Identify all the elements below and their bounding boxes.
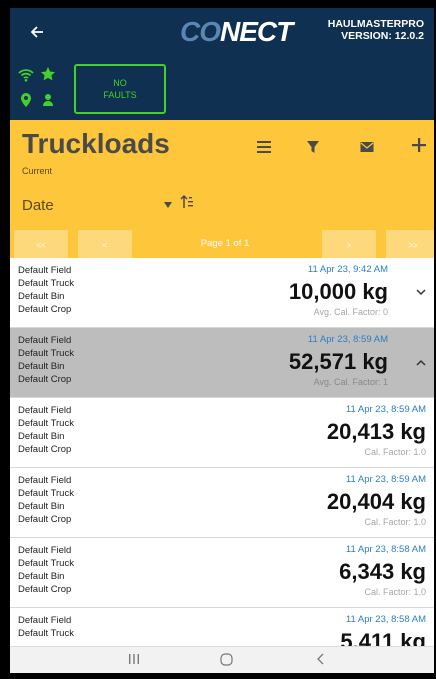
sort-field-select[interactable]: Date (22, 193, 172, 219)
truck-name: Default Truck (18, 348, 74, 359)
field-name: Default Field (18, 475, 72, 486)
load-date: 11 Apr 23, 8:59 AM (307, 334, 388, 345)
plus-icon[interactable] (412, 138, 426, 157)
truckload-row[interactable]: Default Field Default Truck Default Bin … (10, 538, 434, 608)
mail-icon[interactable] (360, 140, 374, 158)
version-number: VERSION: 12.0.2 (341, 30, 424, 42)
page-indicator: Page 1 of 1 (200, 238, 250, 249)
row-fields: Default Field Default Truck Default Bin … (18, 334, 74, 386)
next-page-button[interactable]: > (322, 230, 376, 260)
status-icons (18, 67, 68, 112)
sort-field-value: Date (22, 197, 54, 214)
logo-nect: NECT (220, 16, 293, 47)
crop-name: Default Crop (18, 444, 72, 455)
app-name: HAULMASTERPRO (327, 18, 424, 30)
device-frame: CONECT HAULMASTERPRO VERSION: 12.0.2 NO … (0, 0, 436, 679)
field-name: Default Field (18, 265, 72, 276)
app-screen: CONECT HAULMASTERPRO VERSION: 12.0.2 NO … (10, 8, 434, 673)
truckload-list: Default Field Default Truck Default Bin … (10, 258, 434, 673)
recents-icon[interactable] (128, 653, 140, 668)
crop-name: Default Crop (18, 584, 72, 595)
truck-name: Default Truck (18, 418, 74, 429)
truckload-row[interactable]: Default Field Default Truck Default Bin … (10, 258, 434, 328)
row-fields: Default Field Default Truck (18, 614, 74, 640)
truckloads-header: Truckloads Current Date << < Page 1 of 1… (10, 120, 434, 270)
faults-line2: FAULTS (103, 90, 137, 100)
nav-back-icon[interactable] (316, 653, 326, 668)
cal-factor: Avg. Cal. Factor: 0 (313, 307, 388, 317)
bin-name: Default Bin (18, 291, 65, 302)
load-date: 11 Apr 23, 8:58 AM (345, 614, 426, 625)
no-faults-button[interactable]: NO FAULTS (74, 64, 166, 114)
field-name: Default Field (18, 335, 72, 346)
load-date: 11 Apr 23, 8:59 AM (345, 474, 426, 485)
bin-name: Default Bin (18, 501, 65, 512)
first-page-button[interactable]: << (14, 230, 68, 260)
load-weight: 10,000 kg (288, 279, 388, 304)
truckload-row-selected[interactable]: Default Field Default Truck Default Bin … (10, 328, 434, 398)
load-weight: 20,404 kg (326, 489, 426, 514)
field-name: Default Field (18, 615, 72, 626)
home-icon[interactable] (220, 653, 233, 669)
chevron-up-icon[interactable] (416, 354, 426, 369)
crop-name: Default Crop (18, 304, 72, 315)
connect-logo: CONECT (180, 16, 293, 48)
wifi-icon (18, 69, 34, 82)
app-version: HAULMASTERPRO VERSION: 12.0.2 (328, 18, 424, 42)
status-bar: NO FAULTS (10, 58, 434, 120)
faults-line1: NO (113, 78, 127, 88)
crop-name: Default Crop (18, 374, 72, 385)
row-fields: Default Field Default Truck Default Bin … (18, 404, 74, 456)
cal-factor: Cal. Factor: 1.0 (364, 517, 426, 527)
last-page-button[interactable]: >> (386, 230, 434, 260)
load-weight: 20,413 kg (326, 419, 426, 444)
truck-name: Default Truck (18, 488, 74, 499)
field-name: Default Field (18, 545, 72, 556)
menu-icon[interactable] (256, 140, 272, 159)
load-date: 11 Apr 23, 9:42 AM (307, 264, 388, 275)
cal-factor: Avg. Cal. Factor: 1 (313, 377, 388, 387)
star-icon (41, 67, 55, 81)
truck-name: Default Truck (18, 628, 74, 639)
load-weight: 52,571 kg (288, 349, 388, 374)
cal-factor: Cal. Factor: 1.0 (364, 587, 426, 597)
app-header: CONECT HAULMASTERPRO VERSION: 12.0.2 (10, 8, 434, 58)
crop-name: Default Crop (18, 514, 72, 525)
chevron-down-icon[interactable] (416, 284, 426, 299)
person-icon (43, 94, 53, 106)
logo-co: CO (180, 16, 221, 47)
truck-name: Default Truck (18, 278, 74, 289)
page-title: Truckloads (22, 128, 170, 159)
filter-icon[interactable] (306, 140, 320, 159)
back-arrow-icon[interactable] (30, 18, 44, 48)
truck-name: Default Truck (18, 558, 74, 569)
dropdown-caret-icon (164, 199, 172, 211)
cal-factor: Cal. Factor: 1.0 (364, 447, 426, 457)
sort-ascending-icon[interactable] (180, 194, 194, 215)
page-subtitle: Current (22, 166, 53, 176)
bin-name: Default Bin (18, 571, 65, 582)
load-date: 11 Apr 23, 8:58 AM (345, 544, 426, 555)
truckload-row[interactable]: Default Field Default Truck Default Bin … (10, 398, 434, 468)
prev-page-button[interactable]: < (78, 230, 132, 260)
row-fields: Default Field Default Truck Default Bin … (18, 264, 74, 316)
row-fields: Default Field Default Truck Default Bin … (18, 544, 74, 596)
load-weight: 6,343 kg (339, 559, 426, 584)
system-nav-bar (10, 646, 434, 673)
truckload-row[interactable]: Default Field Default Truck Default Bin … (10, 468, 434, 538)
load-date: 11 Apr 23, 8:59 AM (345, 404, 426, 415)
row-fields: Default Field Default Truck Default Bin … (18, 474, 74, 526)
bin-name: Default Bin (18, 431, 65, 442)
bin-name: Default Bin (18, 361, 65, 372)
field-name: Default Field (18, 405, 72, 416)
location-pin-icon (21, 93, 31, 107)
